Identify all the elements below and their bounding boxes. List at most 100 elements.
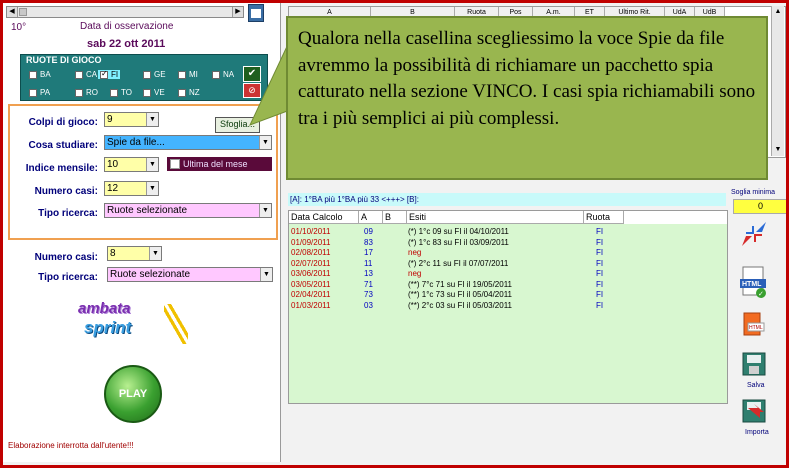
chevron-down-icon[interactable]: ▼ xyxy=(146,182,158,195)
tipo2-select[interactable]: Ruote selezionate ▼ xyxy=(107,267,273,282)
cell-esiti: (**) 2°c 03 su FI il 05/03/2011 xyxy=(408,300,512,310)
ruota-checkbox-na[interactable]: NA xyxy=(210,70,236,79)
checkbox-box[interactable] xyxy=(29,88,37,97)
salva-label: Salva xyxy=(747,382,765,389)
cosa-select[interactable]: Spie da file... ▼ xyxy=(104,135,272,150)
result-formula: [A]: 1°BA più 1°BA più 33 <+++> [B]: xyxy=(288,193,726,206)
ruota-checkbox-ca[interactable]: CA xyxy=(73,70,99,79)
chevron-down-icon[interactable]: ▼ xyxy=(259,136,271,149)
ruota-checkbox-mi[interactable]: MI xyxy=(176,70,200,79)
th-esiti[interactable]: Esiti xyxy=(407,211,584,224)
tipo-value: Ruote selezionate xyxy=(107,205,188,216)
th-ruota[interactable]: Ruota xyxy=(584,211,624,224)
table-row[interactable]: 01/03/2011 03 (**) 2°c 03 su FI il 05/03/2… xyxy=(289,301,727,311)
checkbox-box[interactable] xyxy=(143,70,151,79)
ruota-checkbox-ba[interactable]: BA xyxy=(27,70,53,79)
checkbox-box[interactable] xyxy=(212,70,220,79)
checkbox-box[interactable] xyxy=(170,159,180,169)
numcasi2-value: 8 xyxy=(110,248,116,259)
tipo2-value: Ruote selezionate xyxy=(110,269,191,280)
ruota-checkbox-nz[interactable]: NZ xyxy=(176,88,202,97)
th-b[interactable]: B xyxy=(383,211,407,224)
cell-ruota: FI xyxy=(596,227,604,236)
html-export-icon[interactable]: HTML ✓ xyxy=(740,266,768,300)
ruota-label: BA xyxy=(40,70,51,79)
ruota-checkbox-ge[interactable]: GE xyxy=(141,70,168,79)
ultima-checkbox[interactable]: Ultima del mese xyxy=(167,157,272,171)
ruota-label: MI xyxy=(189,70,198,79)
calendar-icon[interactable] xyxy=(248,4,264,22)
cell-date: 03/06/2011 xyxy=(291,269,331,278)
import-icon[interactable] xyxy=(740,398,768,426)
checkbox-box[interactable] xyxy=(75,88,83,97)
table-row[interactable]: 03/06/2011 13 neg FI xyxy=(289,269,727,279)
scroll-down-icon[interactable]: ▼ xyxy=(772,144,784,156)
th-data[interactable]: Data Calcolo xyxy=(289,211,359,224)
collapse-arrows-icon[interactable] xyxy=(740,220,768,248)
cell-date: 02/07/2011 xyxy=(291,258,331,268)
cell-a: 09 xyxy=(364,227,373,236)
numcasi-value: 12 xyxy=(107,183,119,194)
cell-a: 11 xyxy=(364,258,373,268)
scroll-thumb[interactable] xyxy=(19,8,27,16)
table-row[interactable]: 01/10/2011 09 (*) 1°c 09 su FI il 04/10/20… xyxy=(289,227,727,237)
cell-date: 02/04/2011 xyxy=(291,290,331,299)
th-a[interactable]: A xyxy=(359,211,383,224)
cell-ruota: FI xyxy=(596,300,604,310)
table-row[interactable]: 02/07/2011 11 (*) 2°c 11 su FI il 07/07/20… xyxy=(289,259,727,269)
table-row[interactable]: 03/05/2011 71 (**) 7°c 71 su FI il 19/05/2… xyxy=(289,280,727,290)
checkbox-box[interactable] xyxy=(100,69,108,79)
chevron-down-icon[interactable]: ▼ xyxy=(146,113,158,126)
html-file-icon[interactable]: HTML xyxy=(740,312,768,338)
cell-esiti: (*) 1°c 83 su FI il 03/09/2011 xyxy=(408,237,509,247)
ruote-title: RUOTE DI GIOCO xyxy=(26,55,102,65)
table-row[interactable]: 02/08/2011 17 neg FI xyxy=(289,248,727,258)
colpi-label: Colpi di gioco: xyxy=(28,117,98,128)
soglia-label: Soglia minima xyxy=(731,189,775,196)
annotation-callout: Qualora nella casellina scegliessimo la … xyxy=(286,16,768,180)
tipo-select[interactable]: Ruote selezionate ▼ xyxy=(104,203,272,218)
cell-ruota: FI xyxy=(596,269,604,278)
checkbox-box[interactable] xyxy=(75,70,83,79)
callout-text: Qualora nella casellina scegliessimo la … xyxy=(298,28,756,129)
date-scrollbar[interactable]: ◀ ▶ xyxy=(6,6,244,18)
ruota-checkbox-pa[interactable]: PA xyxy=(27,88,52,97)
callout-pointer xyxy=(249,39,291,126)
indice-select[interactable]: 10 ▼ xyxy=(104,157,159,172)
results-table: Data Calcolo A B Esiti Ruota 01/10/2011 0… xyxy=(288,210,728,404)
chevron-down-icon[interactable]: ▼ xyxy=(146,158,158,171)
cell-a: 17 xyxy=(364,248,373,257)
ruota-checkbox-to[interactable]: TO xyxy=(108,88,134,97)
cell-a: 83 xyxy=(364,237,373,247)
scroll-up-icon[interactable]: ▲ xyxy=(772,6,784,18)
checkbox-box[interactable] xyxy=(143,88,151,97)
soglia-input[interactable]: 0 xyxy=(733,199,788,214)
ruota-label: NA xyxy=(223,70,235,79)
ruota-label: TO xyxy=(121,88,132,97)
ruota-checkbox-ve[interactable]: VE xyxy=(141,88,167,97)
colpi-value: 9 xyxy=(107,114,113,125)
numcasi-select[interactable]: 12 ▼ xyxy=(104,181,159,196)
ruota-checkbox-fi[interactable]: FI xyxy=(98,69,121,79)
colpi-select[interactable]: 9 ▼ xyxy=(104,112,159,127)
save-disk-icon[interactable] xyxy=(740,352,768,378)
grid-scrollbar[interactable]: ▲ ▼ xyxy=(771,6,784,156)
ruota-checkbox-ro[interactable]: RO xyxy=(73,88,100,97)
table-row[interactable]: 01/09/2011 83 (*) 1°c 83 su FI il 03/09/20… xyxy=(289,238,727,248)
scroll-left-icon[interactable]: ◀ xyxy=(7,7,18,17)
numcasi2-select[interactable]: 8 ▼ xyxy=(107,246,162,261)
play-button[interactable]: PLAY xyxy=(104,365,162,423)
checkbox-box[interactable] xyxy=(110,88,118,97)
chevron-down-icon[interactable]: ▼ xyxy=(260,268,272,281)
ruota-label: GE xyxy=(154,70,166,79)
cell-date: 01/09/2011 xyxy=(291,237,331,247)
ruota-label: PA xyxy=(40,88,51,97)
chevron-down-icon[interactable]: ▼ xyxy=(149,247,161,260)
table-row[interactable]: 02/04/2011 73 (**) 1°c 73 su FI il 05/04/2… xyxy=(289,290,727,300)
checkbox-box[interactable] xyxy=(178,88,186,97)
scroll-right-icon[interactable]: ▶ xyxy=(232,7,243,17)
chevron-down-icon[interactable]: ▼ xyxy=(259,204,271,217)
checkbox-box[interactable] xyxy=(29,70,37,79)
checkbox-box[interactable] xyxy=(178,70,186,79)
logo-line1: ambata xyxy=(78,300,131,317)
